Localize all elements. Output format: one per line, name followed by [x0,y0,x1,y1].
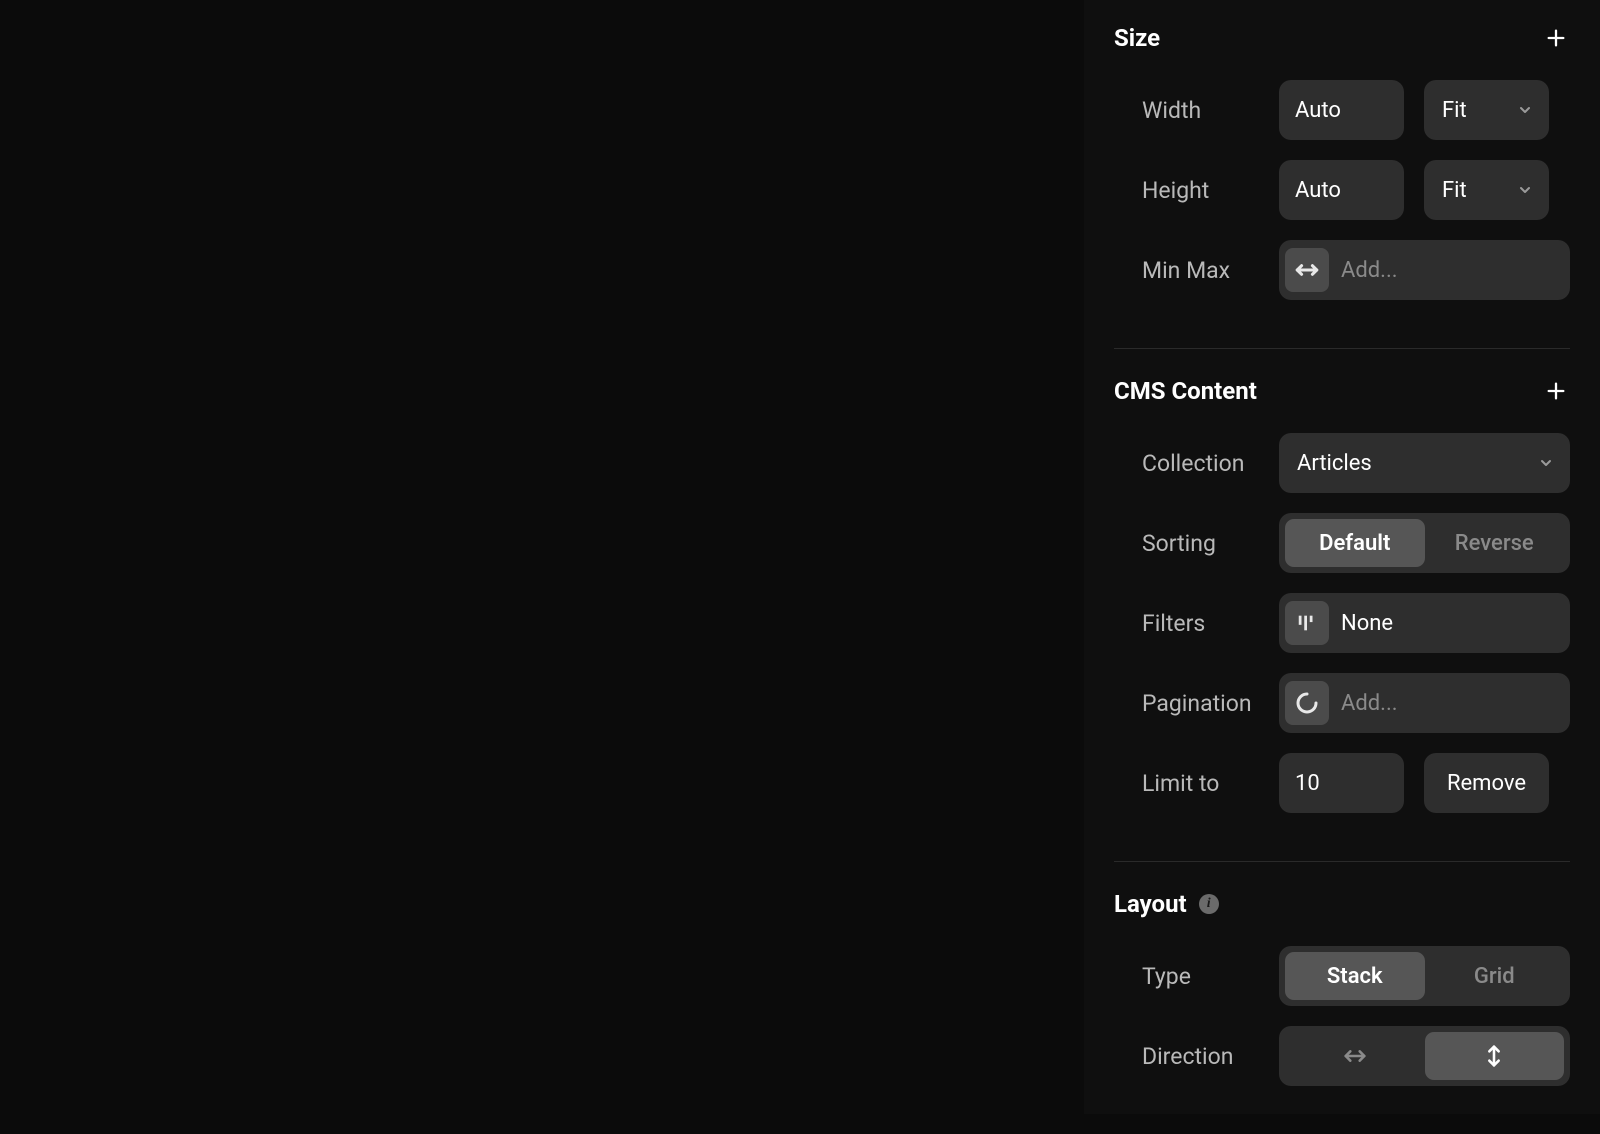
pagination-input[interactable]: Add... [1279,673,1570,733]
size-header: Size [1114,24,1570,52]
height-fit-select[interactable]: Fit [1424,160,1549,220]
minmax-row: Min Max Add... [1114,240,1570,300]
width-fit-select[interactable]: Fit [1424,80,1549,140]
size-title: Size [1114,24,1160,52]
properties-panel: Size Width Auto Fit Height [1084,0,1600,1114]
horizontal-arrow-icon [1341,1042,1369,1070]
chevron-down-icon [1515,100,1535,120]
width-label: Width [1114,97,1279,124]
limit-label: Limit to [1114,770,1279,797]
filters-label: Filters [1114,610,1279,637]
sorting-reverse-option[interactable]: Reverse [1425,519,1565,567]
sorting-segmented: Default Reverse [1279,513,1570,573]
pagination-row: Pagination Add... [1114,673,1570,733]
filters-input[interactable]: None [1279,593,1570,653]
size-section: Size Width Auto Fit Height [1114,24,1570,349]
layout-title: Layout i [1114,890,1219,918]
limit-value: 10 [1295,771,1320,796]
type-label: Type [1114,963,1279,990]
collection-label: Collection [1114,450,1279,477]
collection-value: Articles [1297,451,1372,476]
sorting-label: Sorting [1114,530,1279,557]
minmax-placeholder: Add... [1341,258,1398,283]
height-input[interactable]: Auto [1279,160,1404,220]
cms-header: CMS Content [1114,377,1570,405]
direction-row: Direction [1114,1026,1570,1086]
plus-icon [1545,27,1567,49]
collection-select[interactable]: Articles [1279,433,1570,493]
width-fit-value: Fit [1442,98,1467,123]
direction-label: Direction [1114,1043,1279,1070]
filters-value: None [1341,611,1393,636]
direction-vertical-option[interactable] [1425,1032,1565,1080]
height-row: Height Auto Fit [1114,160,1570,220]
layout-section: Layout i Type Stack Grid Direction [1114,890,1570,1134]
remove-button[interactable]: Remove [1424,753,1549,813]
canvas-area[interactable] [0,0,1084,1114]
cms-add-button[interactable] [1542,377,1570,405]
sorting-row: Sorting Default Reverse [1114,513,1570,573]
sorting-default-option[interactable]: Default [1285,519,1425,567]
type-row: Type Stack Grid [1114,946,1570,1006]
horizontal-arrows-icon [1285,248,1329,292]
vertical-arrow-icon [1480,1042,1508,1070]
remove-label: Remove [1447,771,1526,796]
width-row: Width Auto Fit [1114,80,1570,140]
chevron-down-icon [1536,453,1556,473]
height-value: Auto [1295,178,1341,203]
type-segmented: Stack Grid [1279,946,1570,1006]
minmax-input[interactable]: Add... [1279,240,1570,300]
type-grid-option[interactable]: Grid [1425,952,1565,1000]
cms-title: CMS Content [1114,377,1257,405]
width-input[interactable]: Auto [1279,80,1404,140]
layout-title-text: Layout [1114,890,1187,918]
direction-segmented [1279,1026,1570,1086]
pagination-placeholder: Add... [1341,691,1398,716]
type-stack-option[interactable]: Stack [1285,952,1425,1000]
width-value: Auto [1295,98,1341,123]
cms-section: CMS Content Collection Articles Sorting [1114,377,1570,862]
spinner-icon [1285,681,1329,725]
minmax-label: Min Max [1114,257,1279,284]
limit-row: Limit to 10 Remove [1114,753,1570,813]
size-add-button[interactable] [1542,24,1570,52]
info-icon[interactable]: i [1199,894,1219,914]
collection-row: Collection Articles [1114,433,1570,493]
height-label: Height [1114,177,1279,204]
direction-horizontal-option[interactable] [1285,1032,1425,1080]
filters-row: Filters None [1114,593,1570,653]
pagination-label: Pagination [1114,690,1279,717]
chevron-down-icon [1515,180,1535,200]
limit-input[interactable]: 10 [1279,753,1404,813]
plus-icon [1545,380,1567,402]
filter-bars-icon [1285,601,1329,645]
layout-header: Layout i [1114,890,1570,918]
height-fit-value: Fit [1442,178,1467,203]
